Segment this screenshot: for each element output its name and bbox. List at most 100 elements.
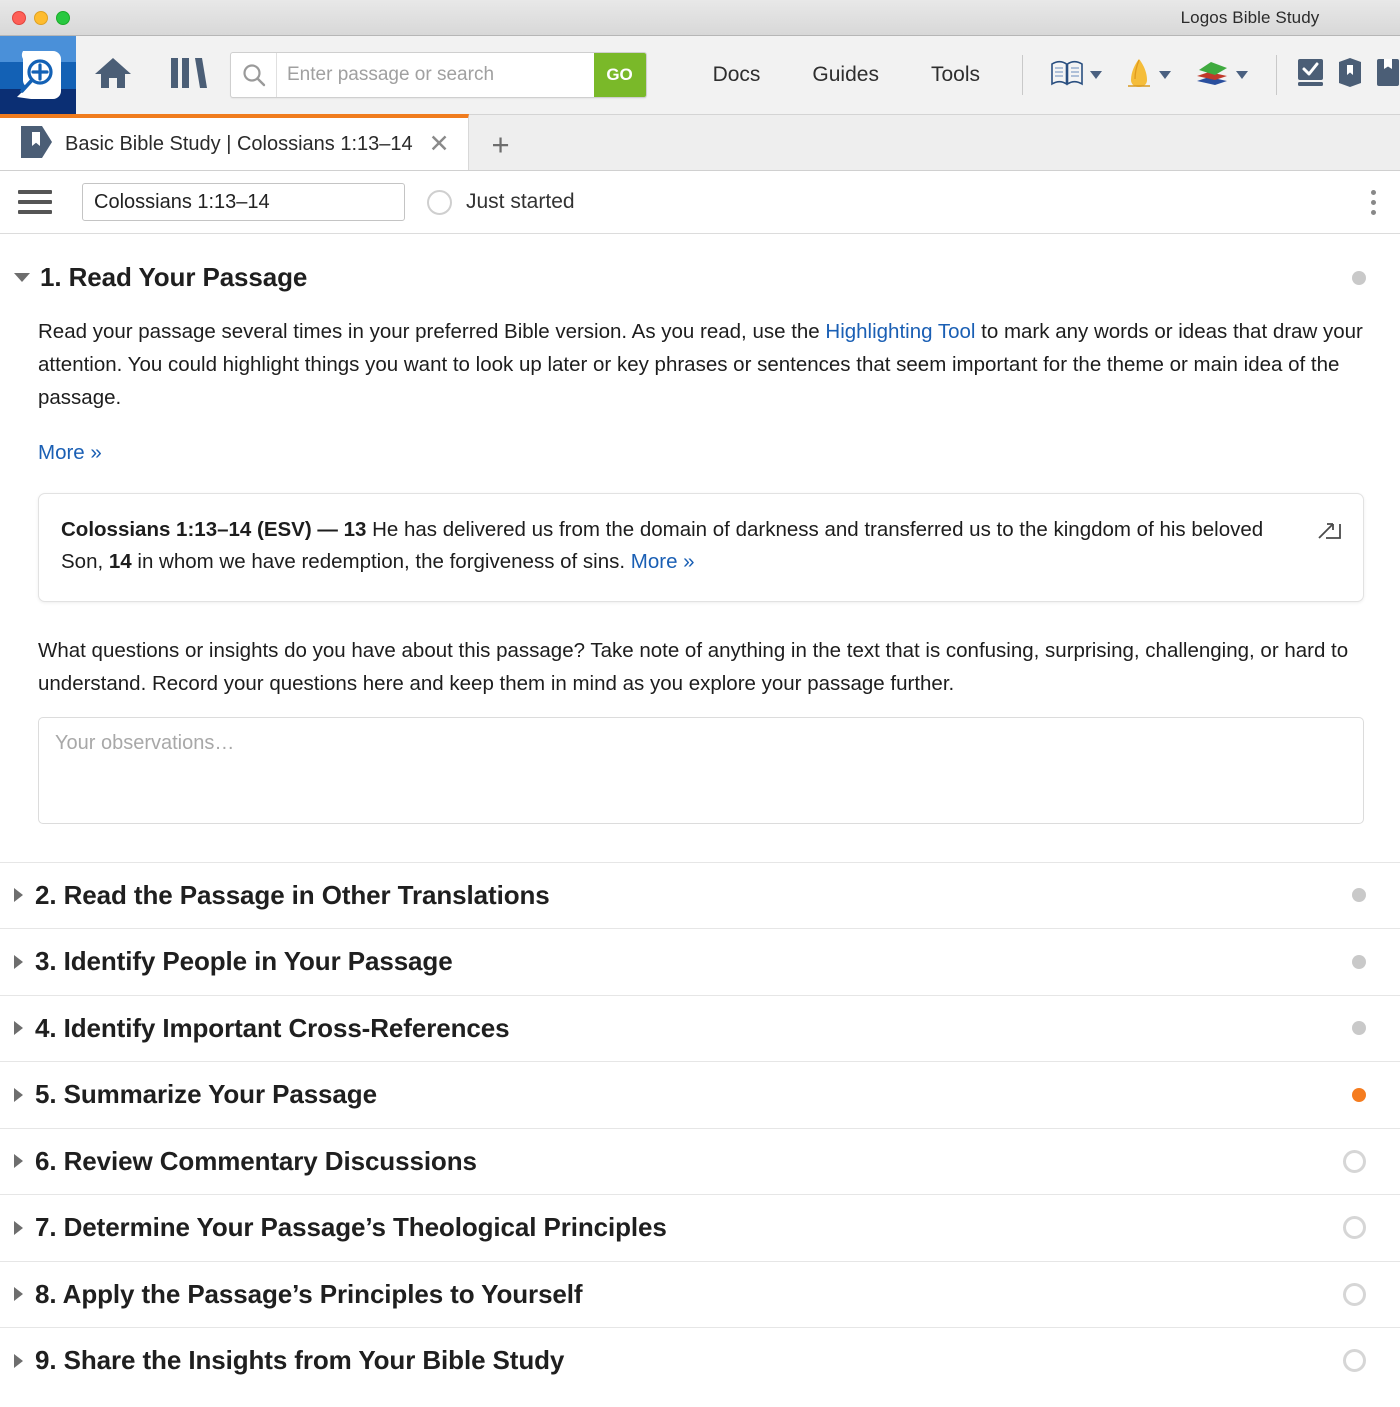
section-1-body: Read your passage several times in your … (0, 315, 1400, 824)
section-1-prompt: What questions or insights do you have a… (38, 639, 1349, 696)
section-5[interactable]: 5. Summarize Your Passage (0, 1061, 1400, 1128)
scripture-quote-box: Colossians 1:13–14 (ESV) — 13 He has del… (38, 492, 1364, 603)
section-1-intro: Read your passage several times in your … (38, 315, 1364, 415)
section-6-title: 6. Review Commentary Discussions (35, 1145, 477, 1176)
chevron-down-icon (1159, 71, 1171, 79)
section-4-title: 4. Identify Important Cross-References (35, 1012, 510, 1043)
triangle-right-icon[interactable] (14, 1154, 23, 1169)
section-2[interactable]: 2. Read the Passage in Other Translation… (0, 861, 1400, 929)
search-icon (231, 53, 277, 97)
open-book-icon (1051, 60, 1083, 91)
section-3-status-dot (1352, 954, 1366, 969)
close-icon[interactable]: ✕ (425, 131, 454, 157)
logos-magnifier-cross-icon[interactable] (0, 35, 76, 115)
section-5-status-dot (1352, 1087, 1366, 1102)
tab-strip: Basic Bible Study | Colossians 1:13–14 ✕… (0, 114, 1400, 171)
section-4[interactable]: 4. Identify Important Cross-References (0, 994, 1400, 1062)
praying-hands-icon (1126, 58, 1152, 93)
section-9[interactable]: 9. Share the Insights from Your Bible St… (0, 1327, 1400, 1394)
books-dropdown-button[interactable] (1183, 59, 1260, 92)
window-title-bar: Logos Bible Study (0, 0, 1400, 36)
open-in-new-window-icon[interactable] (1318, 516, 1341, 544)
section-9-title: 9. Share the Insights from Your Bible St… (35, 1345, 565, 1376)
kebab-dot (1371, 199, 1376, 205)
section-3-title: 3. Identify People in Your Passage (35, 946, 453, 977)
section-7-status-dot (1343, 1216, 1366, 1240)
hamburger-bar (18, 190, 52, 194)
notebook-icon[interactable] (1376, 58, 1400, 92)
section-6[interactable]: 6. Review Commentary Discussions (0, 1127, 1400, 1195)
section-8-status-dot (1343, 1282, 1366, 1306)
kebab-menu-icon[interactable] (1365, 184, 1382, 221)
status-label: Just started (466, 190, 575, 213)
hamburger-icon[interactable] (18, 190, 52, 214)
scripture-more-link[interactable]: More » (631, 550, 695, 573)
prayer-dropdown-button[interactable] (1114, 58, 1183, 93)
kebab-dot (1371, 189, 1376, 195)
home-button[interactable] (76, 36, 150, 115)
search-bar[interactable]: GO (230, 52, 647, 98)
section-5-title: 5. Summarize Your Passage (35, 1079, 377, 1110)
section-8[interactable]: 8. Apply the Passage’s Principles to You… (0, 1260, 1400, 1328)
passage-reference-input[interactable] (82, 183, 405, 221)
library-icon (169, 56, 209, 95)
section-1-spacer (0, 824, 1400, 862)
toolbar-divider-2 (1276, 55, 1277, 95)
scripture-quote-text: Colossians 1:13–14 (ESV) — 13 He has del… (61, 514, 1293, 580)
document-toolbar: Just started (0, 171, 1400, 234)
section-2-title: 2. Read the Passage in Other Translation… (35, 879, 550, 910)
empty-circle-icon (427, 189, 452, 215)
section-1-more-link[interactable]: More » (38, 441, 102, 465)
observations-textarea[interactable] (38, 716, 1364, 824)
section-4-status-dot (1352, 1021, 1366, 1036)
section-9-status-dot (1343, 1349, 1366, 1373)
triangle-right-icon[interactable] (14, 954, 23, 969)
scripture-reference: Colossians 1:13–14 (ESV) — (61, 517, 344, 541)
main-toolbar: GO Docs Guides Tools (0, 35, 1400, 115)
intro-text-before-link: Read your passage several times in your … (38, 320, 826, 343)
hamburger-bar (18, 200, 52, 204)
triangle-right-icon[interactable] (14, 1287, 23, 1302)
triangle-right-icon[interactable] (14, 1353, 23, 1368)
search-input[interactable] (277, 53, 594, 97)
tab-title: Basic Bible Study | Colossians 1:13–14 (65, 132, 413, 155)
section-3[interactable]: 3. Identify People in Your Passage (0, 928, 1400, 995)
menu-item-tools[interactable]: Tools (905, 63, 1006, 87)
study-status[interactable]: Just started (427, 189, 575, 215)
tab-basic-bible-study[interactable]: Basic Bible Study | Colossians 1:13–14 ✕ (0, 114, 469, 170)
kebab-dot (1371, 209, 1376, 215)
verse-number-13: 13 (343, 517, 367, 541)
verse-number-14: 14 (108, 550, 132, 574)
triangle-right-icon[interactable] (14, 1021, 23, 1036)
chevron-down-icon (1236, 71, 1248, 79)
bookmark-icon[interactable] (1338, 58, 1362, 92)
section-6-status-dot (1343, 1149, 1366, 1173)
toolbar-divider-1 (1022, 55, 1023, 95)
chevron-down-icon (1090, 71, 1102, 79)
library-button[interactable] (150, 36, 228, 115)
document-bookmark-icon (20, 124, 53, 165)
section-2-status-dot (1352, 888, 1366, 903)
new-tab-button[interactable]: + (469, 120, 533, 170)
menu-item-docs[interactable]: Docs (687, 63, 787, 87)
book-stack-icon (1195, 59, 1229, 92)
study-content: 1. Read Your Passage Read your passage s… (0, 234, 1400, 1394)
triangle-right-icon[interactable] (14, 1087, 23, 1102)
section-1-title: 1. Read Your Passage (40, 262, 308, 292)
window-title: Logos Bible Study (1180, 7, 1320, 27)
menu-item-guides[interactable]: Guides (786, 63, 905, 87)
verse-text-14: in whom we have redemption, the forgiven… (131, 550, 631, 574)
highlighting-tool-link[interactable]: Highlighting Tool (825, 320, 975, 343)
section-8-title: 8. Apply the Passage’s Principles to You… (35, 1278, 583, 1309)
section-7[interactable]: 7. Determine Your Passage’s Theological … (0, 1194, 1400, 1261)
bible-dropdown-button[interactable] (1039, 60, 1114, 91)
triangle-right-icon[interactable] (14, 888, 23, 903)
triangle-down-icon[interactable] (14, 273, 30, 282)
home-icon (94, 56, 132, 95)
triangle-right-icon[interactable] (14, 1220, 23, 1235)
section-1-status-dot (1352, 270, 1366, 285)
search-go-button[interactable]: GO (593, 53, 646, 97)
toolbar-right-icons (1293, 58, 1400, 92)
checked-book-icon[interactable] (1297, 58, 1324, 92)
section-1-header[interactable]: 1. Read Your Passage (0, 234, 1400, 293)
